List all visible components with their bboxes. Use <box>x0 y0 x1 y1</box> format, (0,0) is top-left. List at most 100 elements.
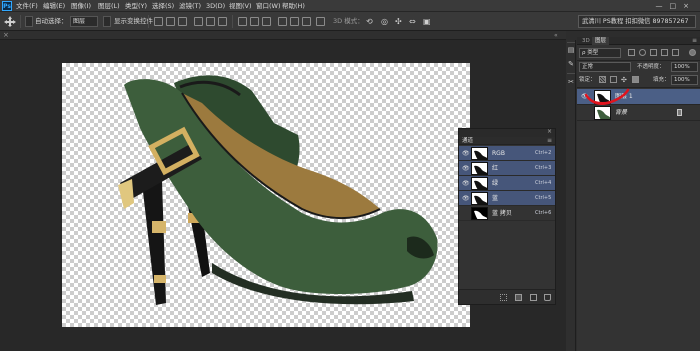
channel-row-blue[interactable]: 👁 蓝 Ctrl+5 <box>459 191 555 206</box>
align-left-icon[interactable] <box>194 17 203 26</box>
document-canvas[interactable] <box>62 63 470 327</box>
layer-filter-row: ρ 类型 <box>579 48 698 59</box>
filter-smart-object-icon[interactable] <box>672 49 679 56</box>
menu-type[interactable]: 类型(Y) <box>125 1 147 11</box>
visibility-eye-icon[interactable]: 👁 <box>462 150 470 157</box>
menu-select[interactable]: 选择(S) <box>152 1 174 11</box>
auto-select-checkbox[interactable] <box>25 16 33 27</box>
panel-menu-icon[interactable]: ≡ <box>692 37 697 45</box>
new-channel-icon[interactable] <box>530 294 537 301</box>
tools-icon[interactable]: ✂ <box>567 78 575 87</box>
channels-footer <box>459 289 555 304</box>
brush-icon[interactable]: ✎ <box>567 60 575 69</box>
filter-pixel-icon[interactable] <box>628 49 635 56</box>
tab-layers[interactable]: 图层 <box>592 37 610 45</box>
panel-menu-icon[interactable]: ≡ <box>547 137 552 145</box>
panel-icon-strip: ▤ ✎ ✂ <box>566 40 576 351</box>
lock-label: 锁定： <box>579 77 596 83</box>
align-vcenter-icon[interactable] <box>166 17 175 26</box>
align-top-icon[interactable] <box>154 17 163 26</box>
channel-row-green[interactable]: 👁 绿 Ctrl+4 <box>459 176 555 191</box>
move-tool-icon[interactable] <box>3 16 17 27</box>
channels-panel: × 通道 ≡ 👁 RGB Ctrl+2 👁 红 Ctrl+3 👁 绿 Ctrl+… <box>458 128 556 305</box>
menu-bar: Ps 文件(F) 编辑(E) 图像(I) 图层(L) 类型(Y) 选择(S) 滤… <box>0 0 700 12</box>
filter-shape-icon[interactable] <box>661 49 668 56</box>
menu-filter[interactable]: 滤镜(T) <box>179 1 201 11</box>
auto-select-label: 自动选择： <box>35 17 68 25</box>
slide-3d-icon[interactable]: ⇔ <box>409 16 416 27</box>
distribute-bottom-icon[interactable] <box>262 17 271 26</box>
history-icon[interactable]: ▤ <box>567 46 575 55</box>
photoshop-logo: Ps <box>2 1 12 11</box>
visibility-eye-icon[interactable]: 👁 <box>462 165 470 172</box>
separator <box>148 15 149 28</box>
tab-3d[interactable]: 3D <box>579 37 593 45</box>
distribute-vcenter-icon[interactable] <box>250 17 259 26</box>
menu-edit[interactable]: 编辑(E) <box>43 1 65 11</box>
channel-row-rgb[interactable]: 👁 RGB Ctrl+2 <box>459 146 555 161</box>
distribute-right-icon[interactable] <box>302 17 311 26</box>
show-transform-checkbox[interactable] <box>103 16 111 27</box>
menu-file[interactable]: 文件(F) <box>16 1 38 11</box>
filter-kind-dropdown[interactable]: ρ 类型 <box>579 48 621 58</box>
distribute-hcenter-icon[interactable] <box>290 17 299 26</box>
lock-transparent-icon[interactable] <box>599 76 606 83</box>
fill-input[interactable]: 100% <box>671 75 698 85</box>
close-panel-icon[interactable]: × <box>547 128 552 136</box>
filter-type-icon[interactable] <box>650 49 657 56</box>
delete-channel-icon[interactable] <box>544 294 551 301</box>
channel-row-blue-copy[interactable]: 蓝 拷贝 Ctrl+6 <box>459 206 555 221</box>
filter-adjustment-icon[interactable] <box>639 49 646 56</box>
menu-window[interactable]: 窗口(W) <box>256 1 281 11</box>
filter-toggle-icon[interactable] <box>689 49 696 56</box>
drag-3d-icon[interactable]: ✣ <box>395 16 402 27</box>
align-right-icon[interactable] <box>218 17 227 26</box>
auto-align-icon[interactable] <box>316 17 325 26</box>
visibility-eye-icon[interactable]: 👁 <box>462 180 470 187</box>
channel-name: 红 <box>492 165 499 172</box>
separator <box>567 42 575 43</box>
channel-shortcut: Ctrl+2 <box>535 150 552 156</box>
collapse-panels-button[interactable]: « <box>554 31 558 40</box>
menu-view[interactable]: 视图(V) <box>229 1 252 11</box>
distribute-left-icon[interactable] <box>278 17 287 26</box>
channel-name: 蓝 <box>492 195 499 202</box>
auto-select-dropdown[interactable]: 图层 <box>70 16 98 27</box>
scale-3d-icon[interactable]: ▣ <box>423 16 431 27</box>
tab-channels[interactable]: 通道 <box>462 137 473 145</box>
window-controls[interactable]: —□× <box>656 1 696 11</box>
document-tab-bar: × « <box>0 31 566 40</box>
lock-all-icon[interactable] <box>632 76 639 83</box>
channel-shortcut: Ctrl+6 <box>535 210 552 216</box>
visibility-eye-icon[interactable]: 👁 <box>462 195 470 202</box>
menu-3d[interactable]: 3D(D) <box>206 1 225 11</box>
roll-3d-icon[interactable]: ◎ <box>381 16 388 27</box>
layers-panel: 3D 图层 ≡ ρ 类型 正常 不透明度： 100% 锁定： ✣ 填充： 100… <box>577 37 700 351</box>
save-selection-icon[interactable] <box>515 294 522 301</box>
opacity-label: 不透明度： <box>637 64 665 70</box>
channel-thumbnail <box>471 192 488 205</box>
tab-close-button[interactable]: × <box>3 31 9 40</box>
channel-thumbnail <box>471 207 488 220</box>
channel-thumbnail <box>471 162 488 175</box>
opacity-input[interactable]: 100% <box>671 62 698 72</box>
align-bottom-icon[interactable] <box>178 17 187 26</box>
channels-panel-header[interactable]: × <box>459 128 555 137</box>
channel-name: 蓝 拷贝 <box>492 210 512 217</box>
channel-thumbnail <box>471 147 488 160</box>
menu-help[interactable]: 帮助(H) <box>282 1 305 11</box>
rotate-3d-icon[interactable]: ⟲ <box>366 16 373 27</box>
distribute-top-icon[interactable] <box>238 17 247 26</box>
mode-3d-label: 3D 模式： <box>333 17 364 25</box>
channel-row-red[interactable]: 👁 红 Ctrl+3 <box>459 161 555 176</box>
lock-pixels-icon[interactable] <box>610 76 617 83</box>
workspace-dropdown[interactable]: 武清川 PS教程 扣扣微信 897857267 <box>578 15 696 28</box>
menu-image[interactable]: 图像(I) <box>71 1 91 11</box>
menu-layer[interactable]: 图层(L) <box>98 1 120 11</box>
lock-position-icon[interactable]: ✣ <box>621 75 627 85</box>
load-selection-icon[interactable] <box>500 294 507 301</box>
separator <box>20 15 21 28</box>
fill-label: 填充： <box>653 77 670 83</box>
align-hcenter-icon[interactable] <box>206 17 215 26</box>
blend-mode-dropdown[interactable]: 正常 <box>579 62 631 72</box>
